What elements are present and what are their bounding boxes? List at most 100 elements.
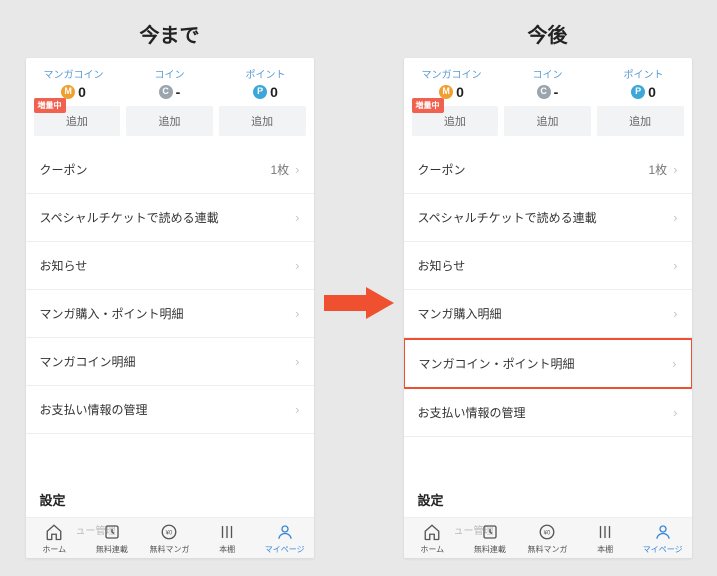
chevron-right-icon: › bbox=[295, 210, 299, 225]
serial-icon bbox=[480, 522, 500, 542]
promo-badge: 増量中 bbox=[34, 98, 66, 113]
list-item[interactable]: お知らせ› bbox=[26, 242, 314, 290]
m-badge-icon: M bbox=[439, 85, 453, 99]
tab-free[interactable]: ¥0 無料マンガ bbox=[141, 522, 199, 555]
tab-label: 本棚 bbox=[597, 544, 613, 555]
chevron-right-icon: › bbox=[295, 402, 299, 417]
tab-bar: ュー管理 ホーム無料連載¥0無料マンガ本棚マイページ bbox=[26, 517, 314, 558]
list-item[interactable]: スペシャルチケットで読める連載 › bbox=[26, 194, 314, 242]
chevron-right-icon: › bbox=[673, 405, 677, 420]
add-coin-button[interactable]: 追加 bbox=[126, 106, 213, 136]
tab-label: 無料連載 bbox=[474, 544, 506, 555]
list-item-label: マンガ購入明細 bbox=[418, 305, 502, 322]
chevron-right-icon: › bbox=[295, 306, 299, 321]
balance-point: ポイント P 0 bbox=[596, 66, 692, 100]
list-item-value: 1枚 bbox=[270, 161, 289, 178]
list-item[interactable]: マンガ購入・ポイント明細› bbox=[26, 290, 314, 338]
tab-shelf[interactable]: 本棚 bbox=[198, 522, 256, 555]
tab-shelf[interactable]: 本棚 bbox=[576, 522, 634, 555]
balance-row: マンガコイン M 0 コイン C - ポイント P 0 bbox=[26, 58, 314, 106]
tab-label: マイページ bbox=[265, 544, 305, 555]
serial-icon bbox=[102, 522, 122, 542]
chevron-right-icon: › bbox=[672, 356, 676, 371]
chevron-right-icon: › bbox=[673, 258, 677, 273]
arrow-icon bbox=[324, 287, 394, 319]
tab-mypage[interactable]: マイページ bbox=[634, 522, 692, 555]
tab-label: 無料連載 bbox=[96, 544, 128, 555]
list-item[interactable]: クーポン 1枚 › bbox=[404, 146, 692, 194]
free-icon: ¥0 bbox=[537, 522, 557, 542]
p-badge-icon: P bbox=[253, 85, 267, 99]
m-badge-icon: M bbox=[61, 85, 75, 99]
list-item-label: マンガコイン・ポイント明細 bbox=[419, 355, 575, 372]
tab-label: ホーム bbox=[420, 544, 444, 555]
panel-title-before: 今まで bbox=[140, 19, 200, 48]
phone-after: マンガコイン M 0 コイン C - ポイント P 0 bbox=[404, 58, 692, 558]
add-row: 増量中 追加 追加 追加 bbox=[26, 106, 314, 146]
balance-coin: コイン C - bbox=[500, 66, 596, 100]
balance-manga-coin: マンガコイン M 0 bbox=[26, 66, 122, 100]
chevron-right-icon: › bbox=[295, 354, 299, 369]
list-item-label: マンガコイン明細 bbox=[40, 353, 136, 370]
svg-text:¥0: ¥0 bbox=[166, 530, 173, 536]
chevron-right-icon: › bbox=[295, 162, 299, 177]
tab-home[interactable]: ホーム bbox=[404, 522, 462, 555]
chevron-right-icon: › bbox=[673, 162, 677, 177]
tab-serial[interactable]: 無料連載 bbox=[83, 522, 141, 555]
list-item[interactable]: お支払い情報の管理› bbox=[26, 386, 314, 434]
list-item-value: 1枚 bbox=[648, 161, 667, 178]
shelf-icon bbox=[217, 522, 237, 542]
panel-after: 今後 マンガコイン M 0 コイン C - ポイント P bbox=[404, 19, 692, 558]
list-item[interactable]: マンガコイン明細 › bbox=[26, 338, 314, 386]
list-item-label: スペシャルチケットで読める連載 bbox=[418, 209, 597, 226]
list-item-label: お知らせ bbox=[40, 257, 88, 274]
panel-title-after: 今後 bbox=[528, 19, 568, 48]
add-point-button[interactable]: 追加 bbox=[597, 106, 684, 136]
tab-free[interactable]: ¥0 無料マンガ bbox=[519, 522, 577, 555]
list-item-label: クーポン bbox=[418, 161, 466, 178]
list-item[interactable]: マンガ購入明細 › bbox=[404, 290, 692, 338]
menu-list-after: クーポン1枚›スペシャルチケットで読める連載›お知らせ›マンガ購入明細›マンガコ… bbox=[404, 146, 692, 474]
mypage-icon bbox=[653, 522, 673, 542]
list-item[interactable]: スペシャルチケットで読める連載 › bbox=[404, 194, 692, 242]
settings-heading: 設定 bbox=[404, 474, 692, 517]
home-icon bbox=[44, 522, 64, 542]
list-item-label: お支払い情報の管理 bbox=[418, 404, 526, 421]
list-item[interactable]: お支払い情報の管理 › bbox=[404, 389, 692, 437]
free-icon: ¥0 bbox=[159, 522, 179, 542]
phone-before: マンガコイン M 0 コイン C - ポイント P 0 bbox=[26, 58, 314, 558]
tab-label: 本棚 bbox=[219, 544, 235, 555]
home-icon bbox=[422, 522, 442, 542]
balance-point: ポイント P 0 bbox=[218, 66, 314, 100]
list-item-label: お知らせ bbox=[418, 257, 466, 274]
chevron-right-icon: › bbox=[673, 306, 677, 321]
tab-home[interactable]: ホーム bbox=[26, 522, 84, 555]
promo-badge: 増量中 bbox=[412, 98, 444, 113]
list-item[interactable]: クーポン 1枚 › bbox=[26, 146, 314, 194]
shelf-icon bbox=[595, 522, 615, 542]
tab-label: 無料マンガ bbox=[149, 544, 189, 555]
balance-row: マンガコイン M 0 コイン C - ポイント P 0 bbox=[404, 58, 692, 106]
c-badge-icon: C bbox=[537, 85, 551, 99]
tab-label: 無料マンガ bbox=[527, 544, 567, 555]
list-item[interactable]: マンガコイン・ポイント明細 › bbox=[404, 338, 692, 389]
tab-mypage[interactable]: マイページ bbox=[256, 522, 314, 555]
tab-serial[interactable]: 無料連載 bbox=[461, 522, 519, 555]
panel-before: 今まで マンガコイン M 0 コイン C - ポイント P bbox=[26, 19, 314, 558]
svg-text:¥0: ¥0 bbox=[544, 530, 551, 536]
c-badge-icon: C bbox=[159, 85, 173, 99]
add-row: 増量中 追加 追加 追加 bbox=[404, 106, 692, 146]
balance-coin: コイン C - bbox=[122, 66, 218, 100]
settings-heading: 設定 bbox=[26, 474, 314, 517]
list-item-label: スペシャルチケットで読める連載 bbox=[40, 209, 219, 226]
add-coin-button[interactable]: 追加 bbox=[504, 106, 591, 136]
add-point-button[interactable]: 追加 bbox=[219, 106, 306, 136]
mypage-icon bbox=[275, 522, 295, 542]
tab-label: マイページ bbox=[643, 544, 683, 555]
list-item-label: クーポン bbox=[40, 161, 88, 178]
p-badge-icon: P bbox=[631, 85, 645, 99]
list-item[interactable]: お知らせ › bbox=[404, 242, 692, 290]
menu-list-before: クーポン1枚›スペシャルチケットで読める連載›お知らせ›マンガ購入・ポイント明細… bbox=[26, 146, 314, 474]
balance-manga-coin: マンガコイン M 0 bbox=[404, 66, 500, 100]
chevron-right-icon: › bbox=[673, 210, 677, 225]
